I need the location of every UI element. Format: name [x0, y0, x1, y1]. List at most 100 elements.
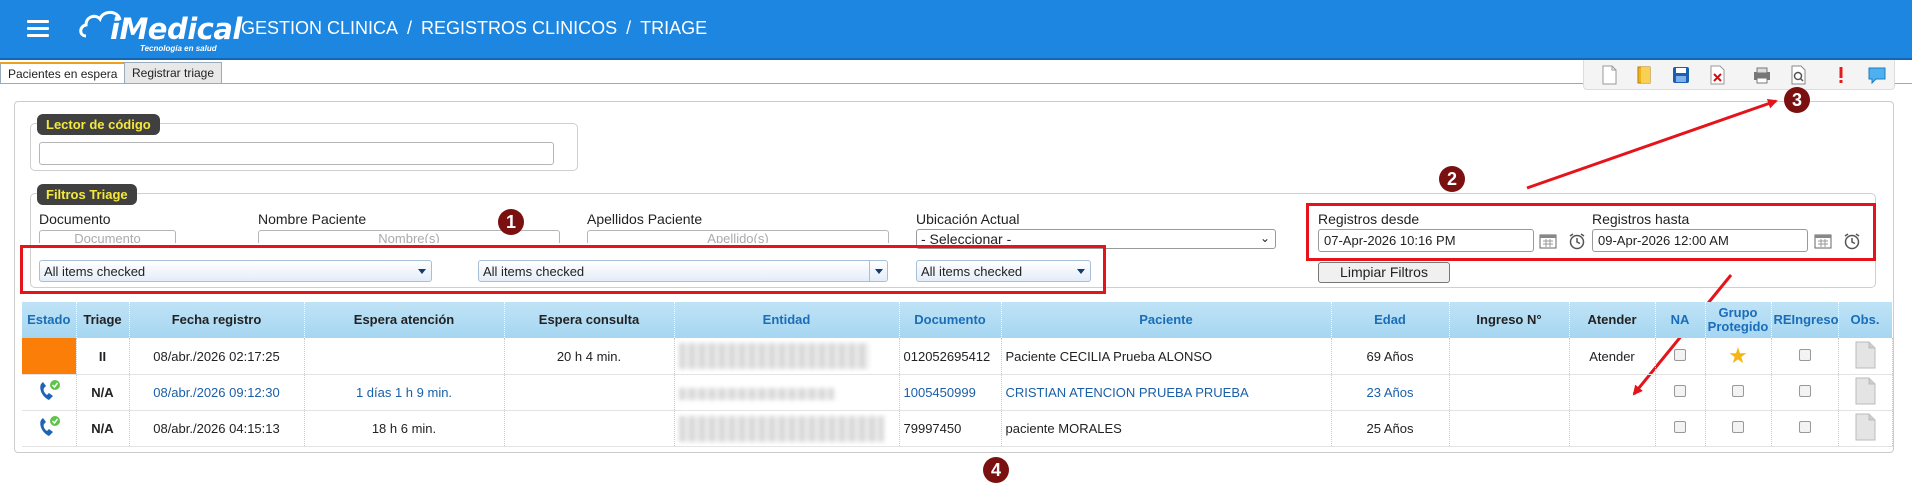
ingreso-cell [1449, 410, 1570, 447]
estado-orange-indicator [22, 338, 75, 374]
grupo-protegido-checkbox[interactable] [1732, 421, 1744, 433]
documento-cell: 1005450999 [899, 374, 1002, 411]
paciente-cell: Paciente CECILIA Prueba ALONSO [1001, 338, 1332, 375]
header-espera-consulta[interactable]: Espera consulta [504, 302, 675, 338]
observation-document-icon[interactable] [1854, 377, 1876, 405]
documento-label: Documento [39, 211, 111, 227]
observation-document-icon[interactable] [1854, 341, 1876, 369]
annotation-badge-2: 2 [1439, 166, 1465, 192]
header-grupo-protegido[interactable]: Grupo Protegido [1705, 302, 1772, 338]
limpiar-filtros-button[interactable]: Limpiar Filtros [1318, 262, 1450, 283]
tab-pacientes-en-espera[interactable]: Pacientes en espera [0, 62, 126, 84]
apellidos-label: Apellidos Paciente [587, 211, 703, 227]
reingreso-cell [1771, 410, 1839, 447]
observation-document-icon[interactable] [1854, 413, 1876, 441]
header-reingreso[interactable]: REIngreso [1771, 302, 1839, 338]
ubicacion-label: Ubicación Actual [916, 211, 1020, 227]
espera-atencion-cell [304, 338, 505, 375]
na-checkbox[interactable] [1674, 385, 1686, 397]
header-paciente[interactable]: Paciente [1001, 302, 1332, 338]
grupo-protegido-cell [1705, 410, 1772, 447]
na-cell [1655, 374, 1706, 411]
annotation-badge-1: 1 [498, 209, 524, 235]
breadcrumb-separator: / [407, 18, 413, 38]
entidad-cell [674, 338, 900, 375]
reingreso-checkbox[interactable] [1798, 385, 1811, 397]
documento-input[interactable]: Documento [39, 230, 176, 243]
grupo-protegido-cell: ★ [1705, 338, 1772, 375]
breadcrumb-item-current: TRIAGE [640, 18, 708, 38]
annotation-badge-3: 3 [1784, 87, 1810, 113]
edad-cell: 23 Años [1331, 374, 1450, 411]
atender-cell[interactable]: Atender [1569, 338, 1656, 375]
edad-cell: 69 Años [1331, 338, 1450, 375]
espera-consulta-cell [504, 410, 675, 447]
header-triage[interactable]: Triage [76, 302, 130, 338]
header-atender[interactable]: Atender [1569, 302, 1656, 338]
atender-cell[interactable] [1569, 410, 1656, 447]
header-entidad[interactable]: Entidad [674, 302, 900, 338]
grupo-protegido-checkbox[interactable] [1732, 385, 1744, 397]
save-icon[interactable] [1670, 64, 1692, 86]
entidad-blurred [678, 343, 869, 369]
atender-cell[interactable] [1569, 374, 1656, 411]
breadcrumb-item[interactable]: REGISTROS CLINICOS [421, 18, 617, 38]
book-icon[interactable] [1634, 64, 1656, 86]
nombre-label: Nombre Paciente [258, 211, 367, 227]
logo-text: iMedical [110, 12, 242, 46]
header-espera-atencion[interactable]: Espera atención [304, 302, 505, 338]
entidad-cell [674, 374, 900, 411]
table-row[interactable]: II 08/abr./2026 02:17:25 20 h 4 min. 012… [22, 338, 1893, 375]
tab-registrar-triage[interactable]: Registrar triage [124, 62, 223, 83]
na-cell [1655, 410, 1706, 447]
obs-cell [1838, 338, 1893, 375]
grupo-protegido-cell [1705, 374, 1772, 411]
reingreso-checkbox[interactable] [1798, 421, 1811, 433]
new-document-icon[interactable] [1598, 64, 1620, 86]
preview-icon[interactable] [1787, 64, 1809, 86]
header-documento[interactable]: Documento [899, 302, 1002, 338]
na-cell [1655, 338, 1706, 375]
triage-cell: N/A [76, 410, 130, 447]
espera-atencion-cell: 18 h 6 min. [304, 410, 505, 447]
reingreso-checkbox[interactable] [1798, 348, 1811, 361]
annotation-box-2 [1306, 203, 1876, 261]
table-row[interactable]: N/A 08/abr./2026 09:12:30 1 días 1 h 9 m… [22, 374, 1893, 411]
menu-icon[interactable] [27, 20, 49, 38]
alert-icon[interactable] [1830, 64, 1852, 86]
header-obs[interactable]: Obs. [1838, 302, 1893, 338]
breadcrumb: GESTION CLINICA / REGISTROS CLINICOS / TRIAG… [241, 18, 707, 39]
ingreso-cell [1449, 338, 1570, 375]
apellidos-input[interactable]: Apellido(s) [587, 230, 889, 243]
obs-cell [1838, 374, 1893, 411]
star-icon: ★ [1728, 343, 1748, 368]
annotation-box-1 [20, 245, 1106, 294]
breadcrumb-separator: / [626, 18, 632, 38]
top-bar: iMedical Tecnología en salud GESTION CLI… [0, 0, 1912, 60]
header-fecha-registro[interactable]: Fecha registro [129, 302, 305, 338]
annotation-badge-4: 4 [983, 457, 1009, 483]
print-icon[interactable] [1751, 64, 1773, 86]
phone-call-icon [40, 416, 60, 436]
phone-call-icon [40, 380, 60, 400]
comment-icon[interactable] [1866, 64, 1888, 86]
espera-consulta-cell [504, 374, 675, 411]
delete-icon[interactable] [1706, 64, 1728, 86]
barcode-input[interactable] [39, 142, 554, 165]
na-checkbox[interactable] [1674, 348, 1686, 361]
toolbar [1583, 60, 1895, 90]
breadcrumb-item[interactable]: GESTION CLINICA [241, 18, 398, 38]
entidad-blurred [678, 415, 884, 442]
espera-consulta-cell: 20 h 4 min. [504, 338, 675, 375]
header-edad[interactable]: Edad [1331, 302, 1450, 338]
ingreso-cell [1449, 374, 1570, 411]
table-row[interactable]: N/A 08/abr./2026 04:15:13 18 h 6 min. 79… [22, 410, 1893, 447]
header-ingreso[interactable]: Ingreso N° [1449, 302, 1570, 338]
app-logo[interactable]: iMedical Tecnología en salud [78, 6, 242, 54]
documento-cell: 012052695412 [899, 338, 1002, 375]
na-checkbox[interactable] [1674, 421, 1686, 433]
estado-cell [22, 410, 77, 447]
documento-cell: 79997450 [899, 410, 1002, 447]
header-estado[interactable]: Estado [22, 302, 77, 338]
header-na[interactable]: NA [1655, 302, 1706, 338]
